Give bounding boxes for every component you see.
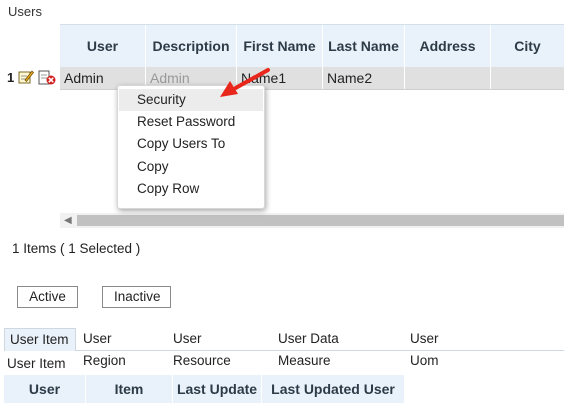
items-count: 1 Items ( 1 Selected ) [12, 241, 141, 256]
users-grid-header: User Description First Name Last Name Ad… [60, 24, 564, 67]
column-header-first-name[interactable]: First Name [237, 25, 323, 67]
scroll-left-arrow-icon[interactable]: ◀ [64, 215, 72, 226]
column-header-city[interactable]: City [491, 25, 564, 67]
column-header-last-update[interactable]: Last Update [173, 375, 262, 403]
users-section-title: Users [8, 4, 42, 19]
active-button[interactable]: Active [17, 286, 78, 308]
column-header-description[interactable]: Description [146, 25, 237, 67]
column-header-user[interactable]: User [60, 25, 146, 67]
delete-icon[interactable] [38, 69, 56, 85]
scrollbar-thumb[interactable] [77, 215, 564, 226]
red-pointer-arrow [220, 68, 270, 97]
column-header-address[interactable]: Address [405, 25, 491, 67]
tab-user-region[interactable]: User Region [78, 328, 163, 368]
cell-city[interactable] [491, 67, 564, 89]
edit-icon[interactable] [18, 69, 34, 85]
menu-item-reset-password[interactable]: Reset Password [119, 111, 263, 133]
context-menu: Security Reset Password Copy Users To Co… [117, 85, 265, 209]
column-header-last-updated-user[interactable]: Last Updated User [262, 375, 404, 403]
row-number: 1 [7, 70, 15, 85]
tab-user-item[interactable]: User Item [4, 328, 76, 351]
horizontal-scrollbar[interactable]: ◀ [60, 213, 564, 228]
menu-item-copy-users-to[interactable]: Copy Users To [119, 133, 263, 155]
column-header-last-name[interactable]: Last Name [323, 25, 405, 67]
tab-user-uom[interactable]: User Uom [405, 328, 475, 368]
user-item-grid-header: User Item Last Update Last Updated User [4, 375, 404, 403]
tab-user-data-measure[interactable]: User Data Measure [273, 328, 400, 368]
cell-address[interactable] [405, 67, 491, 89]
menu-item-copy-row[interactable]: Copy Row [119, 178, 263, 200]
cell-last-name[interactable]: Name2 [323, 67, 405, 89]
menu-item-copy[interactable]: Copy [119, 156, 263, 178]
column-header-item[interactable]: Item [86, 375, 173, 403]
column-header-user[interactable]: User [4, 375, 86, 403]
tab-user-resource[interactable]: User Resource [168, 328, 268, 368]
user-item-section-title: User Item [7, 356, 66, 371]
inactive-button[interactable]: Inactive [102, 286, 171, 308]
